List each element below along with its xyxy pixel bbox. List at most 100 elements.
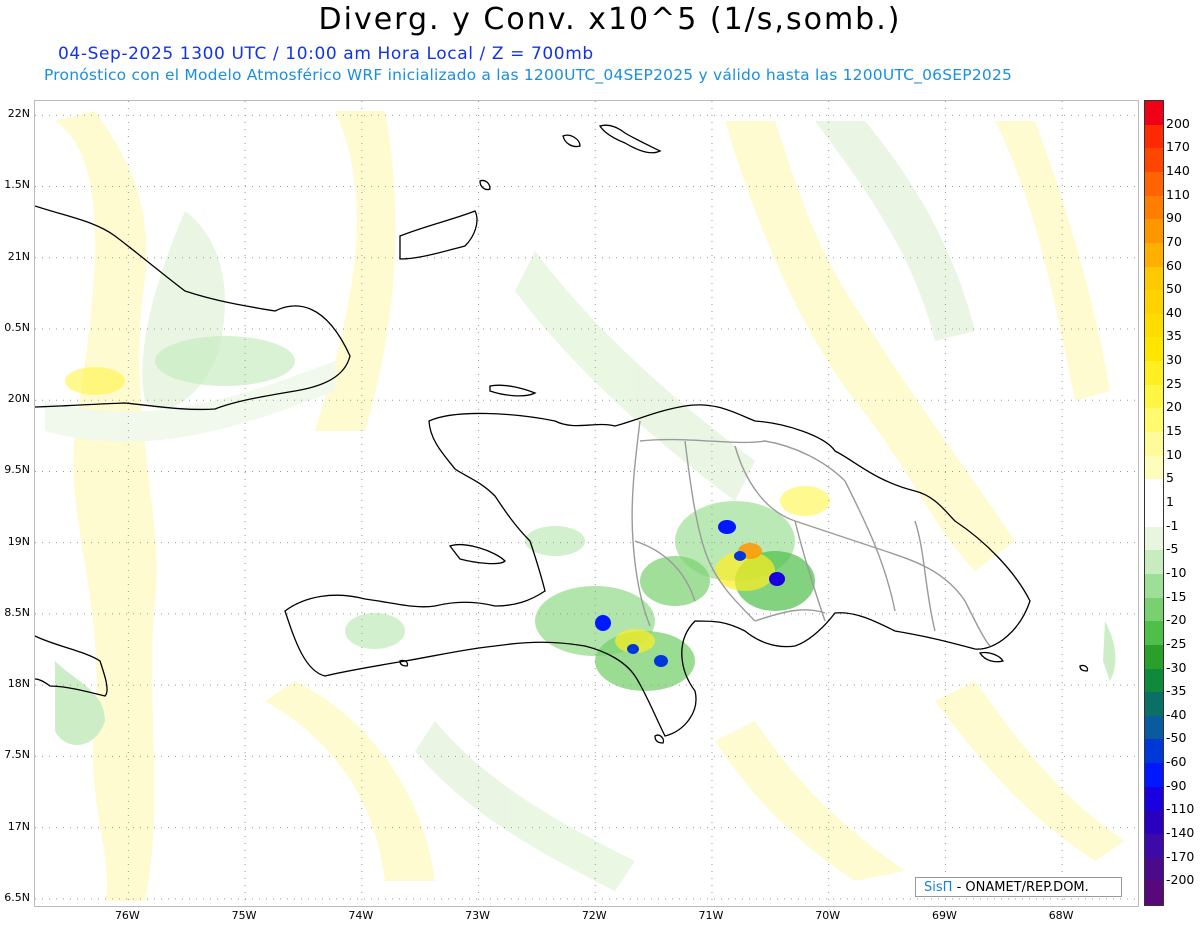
colorbar-segment — [1145, 739, 1163, 764]
lon-label: 68W — [1048, 909, 1074, 922]
lon-label: 70W — [815, 909, 841, 922]
colorbar-segment — [1145, 361, 1163, 386]
colorbar-segment — [1145, 550, 1163, 575]
forecast-time-line: 04-Sep-2025 1300 UTC / 10:00 am Hora Loc… — [58, 44, 594, 64]
cell-yellow — [780, 486, 830, 516]
colorbar-label: -200 — [1166, 872, 1195, 888]
coast-inagua — [399, 210, 478, 260]
cell-yellow — [65, 367, 125, 395]
colorbar — [1144, 100, 1164, 906]
cell-blue — [654, 655, 668, 667]
colorbar-segment — [1145, 692, 1163, 717]
credit-box: SisΠ - ONAMET/REP.DOM. — [915, 877, 1122, 897]
colorbar-segment — [1145, 266, 1163, 291]
colorbar-label: -25 — [1166, 635, 1187, 651]
colorbar-label: -40 — [1166, 706, 1187, 722]
colorbar-label: -35 — [1166, 683, 1187, 699]
colorbar-label: -15 — [1166, 588, 1187, 604]
cell-blue — [734, 551, 746, 561]
lat-label: 0.5N — [4, 320, 30, 334]
colorbar-label: -20 — [1166, 612, 1187, 628]
colorbar-label: 1 — [1166, 494, 1174, 509]
colorbar-label: -30 — [1166, 659, 1187, 675]
field-yellow-band — [935, 681, 1125, 861]
colorbar-label: 140 — [1166, 162, 1190, 178]
field-green-band — [415, 721, 635, 891]
lat-label: 6.5N — [4, 890, 30, 904]
lat-label: 1.5N — [4, 178, 30, 192]
border-province — [914, 520, 936, 632]
lat-label: 18N — [7, 677, 30, 691]
colorbar-segment — [1145, 573, 1163, 599]
map-title: Diverg. y Conv. x10^5 (1/s,somb.) — [318, 2, 902, 37]
colorbar-segment — [1145, 337, 1163, 362]
colorbar-segment — [1145, 455, 1163, 480]
cell-green — [155, 336, 295, 386]
colorbar-segment — [1145, 597, 1163, 622]
lon-label: 76W — [114, 909, 140, 922]
lon-label: 74W — [348, 909, 374, 922]
colorbar-segment — [1145, 526, 1163, 551]
coast-beata — [654, 734, 665, 744]
lon-label: 75W — [231, 909, 257, 922]
colorbar-label: 35 — [1166, 328, 1182, 344]
colorbar-label: 5 — [1166, 470, 1174, 486]
cell-blue — [595, 615, 611, 631]
colorbar-segment — [1145, 881, 1163, 905]
colorbar-segment — [1145, 313, 1163, 339]
coast-acklins — [479, 179, 491, 191]
lon-label: 72W — [581, 909, 607, 922]
lat-label: 17N — [7, 819, 30, 833]
lat-label: 9.5N — [4, 463, 30, 477]
map-svg — [35, 101, 1138, 906]
colorbar-segment — [1145, 171, 1163, 197]
colorbar-segment — [1145, 786, 1163, 811]
colorbar-segment — [1145, 668, 1163, 693]
field-yellow-band — [265, 681, 435, 881]
field-shading — [45, 111, 1125, 901]
colorbar-label: 200 — [1166, 115, 1190, 131]
colorbar-label: -10 — [1166, 564, 1187, 580]
colorbar-label: -50 — [1166, 730, 1187, 746]
colorbar-segment — [1145, 195, 1163, 220]
cell-blue — [627, 644, 639, 654]
colorbar-segment — [1145, 715, 1163, 741]
colorbar-label: -1 — [1166, 517, 1179, 533]
lat-label: 20N — [7, 392, 30, 406]
field-green-band — [1103, 621, 1116, 681]
coast-saona — [978, 651, 1005, 663]
field-yellow-band — [995, 121, 1110, 401]
model-info-line: Pronóstico con el Modelo Atmosférico WRF… — [44, 66, 1013, 84]
colorbar-label: 90 — [1166, 210, 1182, 226]
colorbar-segment — [1145, 384, 1163, 409]
cell-blue — [718, 520, 736, 534]
colorbar-segment — [1145, 857, 1163, 882]
lat-label: 22N — [7, 107, 30, 121]
cell-green — [640, 556, 710, 606]
colorbar-label: 110 — [1166, 186, 1190, 202]
colorbar-segment — [1145, 148, 1163, 173]
credit-brand: SisΠ — [924, 880, 953, 895]
lat-label: 19N — [7, 534, 30, 548]
colorbar-label: -90 — [1166, 777, 1187, 793]
map-panel — [34, 100, 1139, 907]
colorbar-segment — [1145, 124, 1163, 149]
cell-blue — [769, 572, 785, 586]
colorbar-label: 170 — [1166, 139, 1190, 155]
colorbar-label: -170 — [1166, 848, 1195, 864]
colorbar-segment — [1145, 479, 1163, 504]
colorbar-segment — [1145, 503, 1163, 528]
colorbar-segment — [1145, 432, 1163, 457]
cell-green — [345, 613, 405, 649]
field-yellow-band — [715, 721, 905, 881]
credit-text: - ONAMET/REP.DOM. — [956, 880, 1089, 895]
lat-label: 21N — [7, 249, 30, 263]
colorbar-label: 60 — [1166, 257, 1182, 273]
colorbar-label: 15 — [1166, 423, 1182, 439]
colorbar-label: 40 — [1166, 304, 1182, 320]
colorbar-segment — [1145, 408, 1163, 433]
colorbar-label: 50 — [1166, 281, 1182, 297]
colorbar-segment — [1145, 219, 1163, 244]
colorbar-segment — [1145, 621, 1163, 646]
colorbar-label: 70 — [1166, 233, 1182, 249]
